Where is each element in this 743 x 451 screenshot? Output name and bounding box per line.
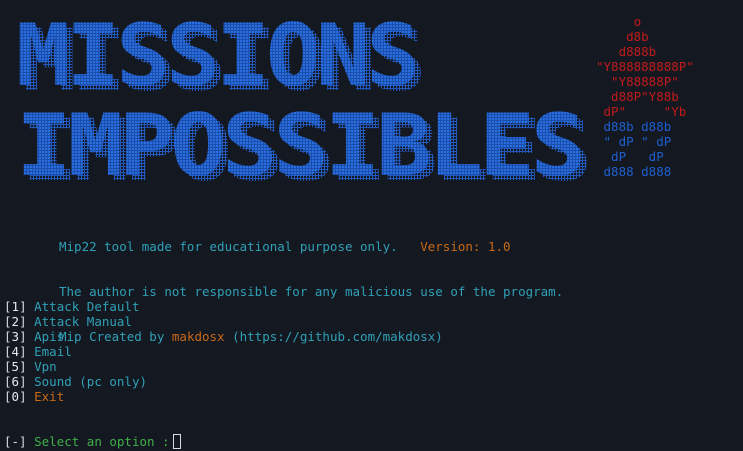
ascii-banner: MISSIONS MISSIONS IMPOSSIBLES IMPOSSIBLE… (12, 10, 592, 190)
emblem-line-11: d888 d888 (596, 164, 672, 179)
emblem-line-2: d8b (596, 29, 649, 44)
author-name: makdosx (171, 329, 225, 344)
menu-item-number: 5 (11, 359, 20, 374)
version-label: Version: 1.0 (420, 239, 511, 254)
banner-line2: IMPOSSIBLES (16, 96, 582, 190)
menu-item-label: Vpn (34, 359, 57, 374)
menu-item-label: Attack Manual (34, 314, 132, 329)
menu-item-sound[interactable]: [6] Sound (pc only) (4, 374, 147, 389)
prompt-text: Select an option : (34, 434, 170, 449)
ascii-emblem: o d8b d888b "Y888888888P" "Y88888P" d88P… (596, 14, 694, 179)
emblem-line-8: d88b d88b (596, 119, 672, 134)
emblem-line-1: o (596, 14, 642, 29)
menu-item-number: 2 (11, 314, 20, 329)
text-cursor[interactable] (172, 434, 181, 449)
emblem-line-7: dP" "Yb (596, 104, 687, 119)
menu-item-attack-default[interactable]: [1] Attack Default (4, 299, 147, 314)
menu-item-attack-manual[interactable]: [2] Attack Manual (4, 314, 147, 329)
menu-item-label: Apis (34, 329, 65, 344)
emblem-line-3: d888b (596, 44, 657, 59)
menu-item-label: Sound (pc only) (34, 374, 148, 389)
banner-line1: MISSIONS (16, 10, 416, 106)
input-prompt: [-] Select an option : (4, 434, 181, 449)
menu-item-vpn[interactable]: [5] Vpn (4, 359, 147, 374)
main-menu: [1] Attack Default [2] Attack Manual [3]… (4, 299, 147, 404)
terminal-window: MISSIONS MISSIONS IMPOSSIBLES IMPOSSIBLE… (0, 0, 743, 451)
repo-link: (https://github.com/makdosx) (232, 329, 443, 344)
menu-item-number: 0 (11, 389, 20, 404)
disclaimer-text: The author is not responsible for any ma… (59, 284, 564, 299)
menu-item-exit[interactable]: [0] Exit (4, 389, 147, 404)
menu-item-label: Email (34, 344, 72, 359)
banner-svg: MISSIONS MISSIONS IMPOSSIBLES IMPOSSIBLE… (16, 10, 592, 190)
emblem-line-10: dP dP (596, 149, 664, 164)
emblem-line-5: "Y88888P" (596, 74, 679, 89)
menu-item-number: 3 (11, 329, 20, 344)
emblem-line-9: " dP " dP (596, 134, 672, 149)
menu-item-number: 1 (11, 299, 20, 314)
emblem-line-6: d88P"Y88b (596, 89, 679, 104)
menu-item-label: Attack Default (34, 299, 140, 314)
tool-description: Mip22 tool made for educational purpose … (59, 239, 398, 254)
emblem-line-4: "Y888888888P" (596, 59, 694, 74)
disclaimer-line: The author is not responsible for any ma… (59, 284, 563, 299)
tool-info-line: Mip22 tool made for educational purpose … (59, 239, 563, 254)
menu-item-label: Exit (34, 389, 65, 404)
menu-item-email[interactable]: [4] Email (4, 344, 147, 359)
menu-item-apis[interactable]: [3] Apis (4, 329, 147, 344)
menu-item-number: 6 (11, 374, 20, 389)
menu-item-number: 4 (11, 344, 20, 359)
prompt-marker: [-] (4, 434, 27, 449)
